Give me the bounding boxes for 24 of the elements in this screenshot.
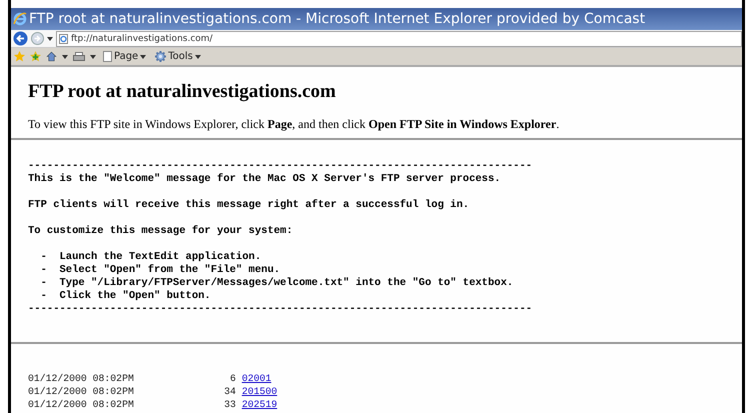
message-step: - Select "Open" from the "File" menu.: [28, 264, 742, 277]
file-link[interactable]: 202519: [242, 398, 278, 411]
file-link[interactable]: 02001: [242, 372, 278, 385]
file-date: 01/12/2000 08:02PM: [28, 372, 134, 385]
message-text: To customize this message for your system:: [28, 225, 294, 238]
address-field[interactable]: ftp://naturalinvestigations.com/: [56, 30, 742, 46]
intro-text: To view this FTP site in Windows Explorer, click Page, and then click Open FTP Site in Windows Explorer.: [28, 117, 560, 132]
file-date: 01/12/2000 08:02PM: [28, 398, 134, 411]
message-step: - Launch the TextEdit application.: [28, 251, 742, 264]
message-text: FTP clients will receive this message right after a successful log in.: [28, 199, 470, 212]
dashed-rule-text: --------------------------------------------------------------------------------: [28, 303, 534, 316]
window-title: FTP root at naturalinvestigations.com - Microsoft Internet Explorer provided by Comcast: [29, 11, 646, 27]
file-link[interactable]: 201500: [242, 385, 278, 398]
file-size: 34: [223, 385, 236, 398]
file-size: 33: [223, 398, 236, 411]
toolbar-menu-button[interactable]: Page: [101, 49, 148, 64]
page-heading: FTP root at naturalinvestigations.com: [28, 81, 337, 103]
file-size: 6: [228, 372, 236, 385]
message-step: - Click the "Open" button.: [28, 290, 742, 303]
file-date: 01/12/2000 08:02PM: [28, 385, 134, 398]
toolbar-menu-button[interactable]: Tools: [153, 49, 203, 64]
message-step: - Type "/Library/FTPServer/Messages/welcome.txt" into the "Go to" textbox.: [28, 277, 742, 290]
message-text: This is the "Welcome" message for the Mac OS X Server's FTP server process.: [28, 173, 502, 186]
dashed-rule-text: --------------------------------------------------------------------------------: [28, 160, 534, 173]
